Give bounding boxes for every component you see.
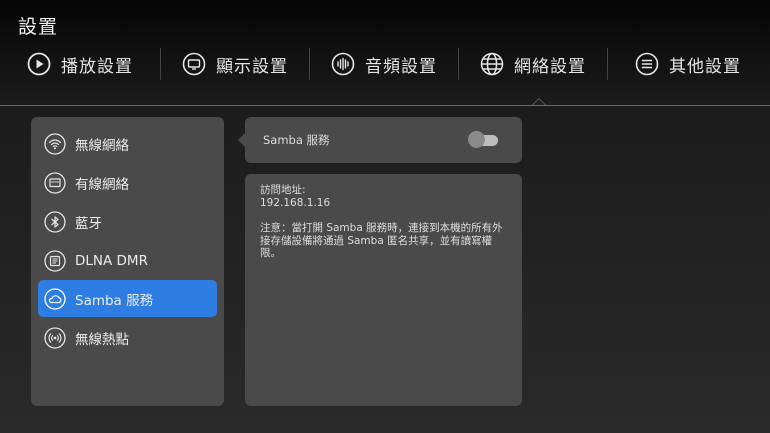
- sidebar-item-label: Samba 服務: [75, 292, 154, 309]
- bluetooth-icon: [44, 210, 66, 233]
- tab-label: 音頻設置: [365, 56, 437, 77]
- menu-lines-icon: [635, 52, 659, 76]
- samba-service-toggle[interactable]: [468, 131, 500, 149]
- selected-tab-indicator: [532, 98, 546, 105]
- tab-label: 顯示設置: [216, 56, 288, 77]
- settings-tabs: 播放設置 顯示設置 音頻設置 網絡設置 其他設置: [0, 44, 770, 84]
- samba-info-panel: 訪問地址: 192.168.1.16 注意：當打開 Samba 服務時，連接到本…: [245, 174, 522, 406]
- globe-icon: [480, 52, 504, 76]
- tab-audio-settings[interactable]: 音頻設置: [310, 44, 458, 84]
- ethernet-icon: [44, 171, 66, 194]
- tab-label: 播放設置: [61, 56, 133, 77]
- sidebar-item-ethernet[interactable]: 有線網絡: [38, 164, 217, 201]
- samba-service-row[interactable]: Samba 服務: [238, 117, 522, 163]
- sidebar-item-label: 無線熱點: [75, 331, 129, 348]
- sidebar-item-label: 藍牙: [75, 215, 102, 232]
- sidebar-item-label: 有線網絡: [75, 176, 129, 193]
- audio-wave-icon: [331, 52, 355, 76]
- dlna-icon: [44, 249, 66, 272]
- network-sidebar: 無線網絡 有線網絡 藍牙 DLNA DMR Samba 服務 無線熱點: [31, 117, 224, 406]
- toggle-knob: [468, 131, 485, 148]
- sidebar-item-wifi[interactable]: 無線網絡: [38, 125, 217, 162]
- tab-display-settings[interactable]: 顯示設置: [161, 44, 309, 84]
- access-address-value: 192.168.1.16: [260, 196, 331, 209]
- tab-network-settings[interactable]: 網絡設置: [459, 44, 607, 84]
- tab-label: 其他設置: [669, 56, 741, 77]
- monitor-icon: [182, 52, 206, 76]
- cloud-icon: [44, 287, 66, 310]
- sidebar-item-samba[interactable]: Samba 服務: [38, 280, 217, 317]
- tab-playback-settings[interactable]: 播放設置: [0, 44, 160, 84]
- wifi-icon: [44, 132, 66, 155]
- header-divider: [0, 105, 770, 106]
- sidebar-item-label: DLNA DMR: [75, 252, 148, 269]
- sidebar-item-bluetooth[interactable]: 藍牙: [38, 203, 217, 240]
- page-title: 設置: [18, 16, 59, 38]
- tab-other-settings[interactable]: 其他設置: [608, 44, 768, 84]
- sidebar-item-hotspot[interactable]: 無線熱點: [38, 319, 217, 356]
- samba-note: 注意：當打開 Samba 服務時，連接到本機的所有外接存儲設備將通過 Samba…: [260, 222, 503, 259]
- access-address-label: 訪問地址:: [260, 184, 306, 196]
- sidebar-item-label: 無線網絡: [75, 137, 129, 154]
- samba-service-label: Samba 服務: [263, 133, 330, 147]
- panel-pointer: [238, 133, 245, 147]
- sidebar-item-dlna-dmr[interactable]: DLNA DMR: [38, 242, 217, 279]
- tab-label: 網絡設置: [514, 56, 586, 77]
- play-circle-icon: [27, 52, 51, 76]
- hotspot-icon: [44, 326, 66, 349]
- samba-info-text: 訪問地址: 192.168.1.16 注意：當打開 Samba 服務時，連接到本…: [260, 184, 510, 260]
